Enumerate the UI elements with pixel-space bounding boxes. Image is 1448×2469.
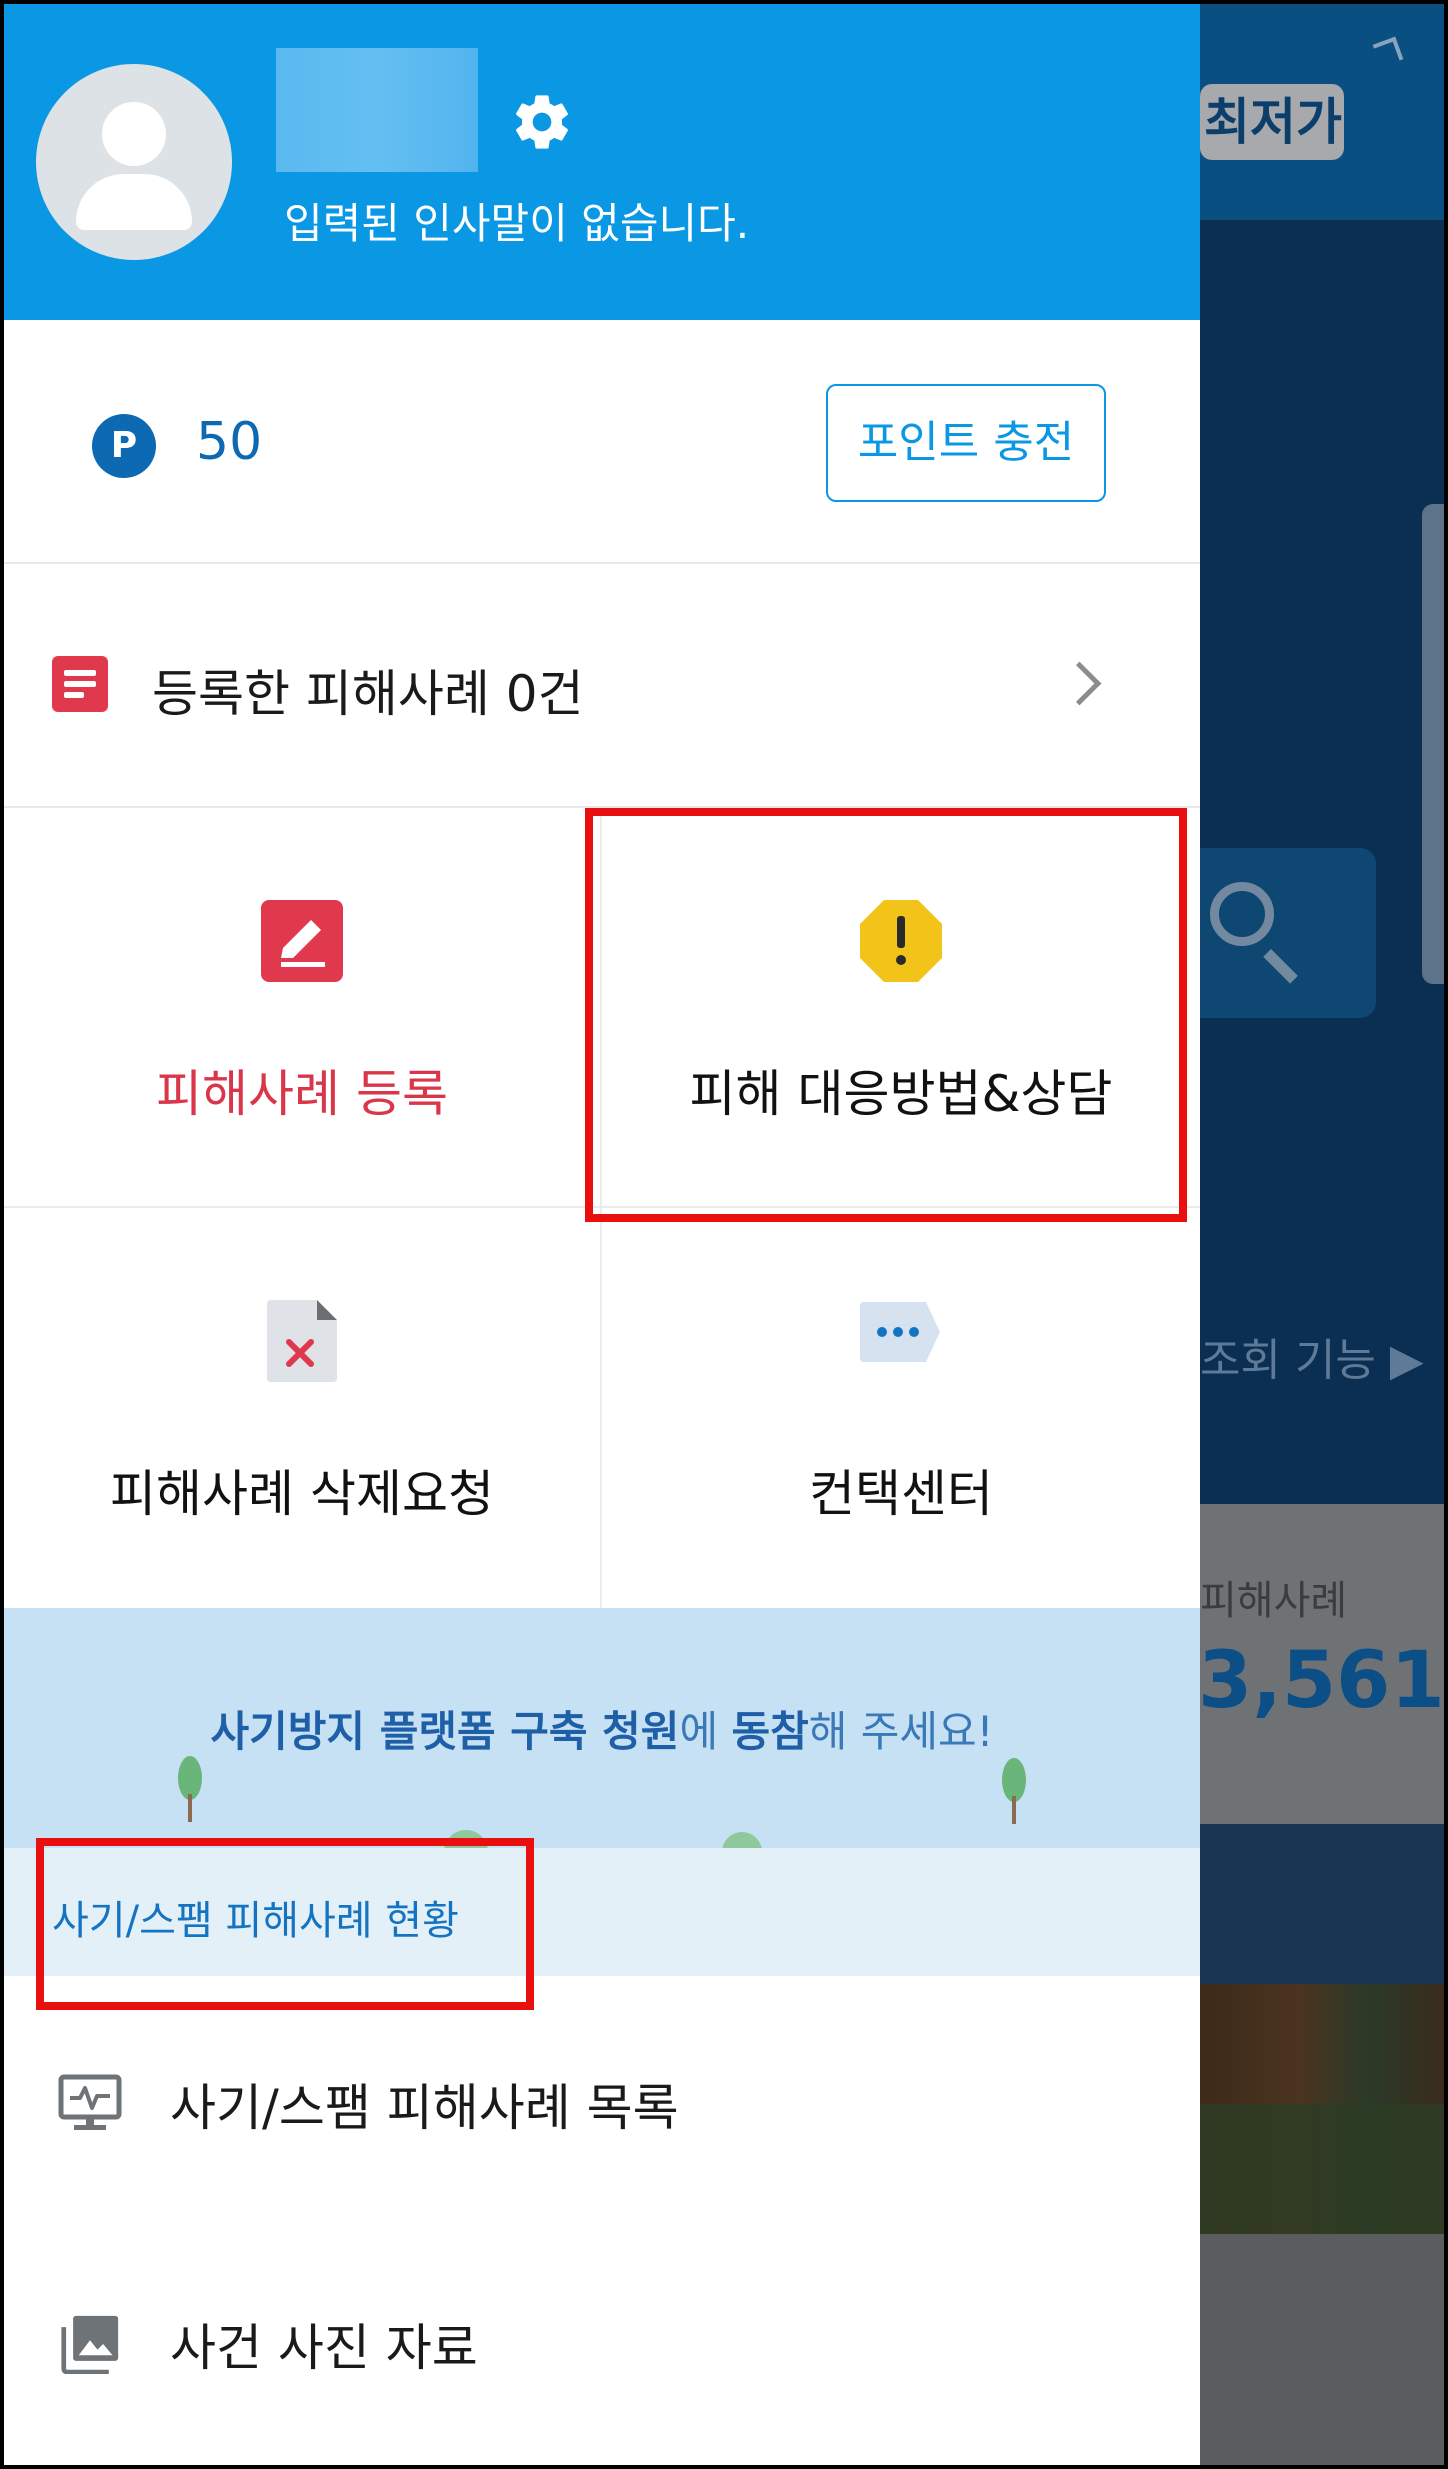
background-search-button (1200, 848, 1376, 1018)
avatar[interactable] (36, 64, 232, 260)
register-case-button[interactable]: 피해사례 등록 (4, 808, 602, 1208)
menu-grid: 피해사례 등록 피해 대응방법&상담 피해사례 삭제요청 컨택센터 (4, 808, 1200, 1608)
response-consult-label: 피해 대응방법&상담 (689, 1065, 1113, 1123)
avatar-head (102, 102, 166, 166)
bush-illustration (444, 1830, 488, 1848)
reported-cases-label: 등록한 피해사례 0건 (152, 665, 584, 723)
case-list-label: 사기/스팸 피해사례 목록 (170, 2079, 679, 2137)
contact-center-label: 컨택센터 (809, 1465, 993, 1523)
greeting-text: 입력된 인사말이 없습니다. (284, 199, 750, 248)
point-icon: P (92, 414, 156, 478)
background-app: 최저가 조회 기능 ▶ 피해사례 3,561 (1198, 4, 1444, 2465)
delete-request-label: 피해사례 삭제요청 (110, 1465, 494, 1523)
username-redacted (276, 48, 478, 172)
lookup-more-link: 조회 기능 ▶ (1200, 1335, 1424, 1386)
banner-emphasis-1: 사기방지 플랫폼 구축 청원 (210, 1707, 680, 1756)
points-row: P 50 포인트 충전 (4, 320, 1200, 564)
section-header: 사기/스팸 피해사례 현황 (4, 1848, 1200, 1976)
response-consult-button[interactable]: 피해 대응방법&상담 (602, 808, 1200, 1208)
photo-archive-label: 사건 사진 자료 (170, 2319, 478, 2377)
background-footer (1200, 2234, 1444, 2465)
reported-cases-row[interactable]: 등록한 피해사례 0건 (4, 564, 1200, 808)
chevron-right-icon (1057, 661, 1102, 706)
background-band (1200, 1824, 1444, 1984)
background-photo-lower (1200, 2104, 1444, 2234)
lowest-price-tag: 최저가 (1200, 84, 1344, 160)
section-title: 사기/스팸 피해사례 현황 (52, 1898, 459, 1944)
photo-library-icon (61, 2315, 119, 2374)
banner-emphasis-2: 동참 (731, 1707, 809, 1756)
chat-more-icon (860, 1302, 940, 1362)
tree-illustration (178, 1756, 202, 1822)
edit-icon (261, 900, 343, 982)
background-scroll-handle (1422, 504, 1444, 984)
petition-banner[interactable]: 사기방지 플랫폼 구축 청원에 동참해 주세요! (4, 1608, 1200, 1848)
profile-header: 입력된 인사말이 없습니다. (4, 4, 1200, 320)
banner-text-4: 해 주세요! (808, 1707, 994, 1756)
case-list-item[interactable]: 사기/스팸 피해사례 목록 (4, 1976, 1200, 2216)
cases-label: 피해사례 (1200, 1578, 1348, 1624)
charge-points-button[interactable]: 포인트 충전 (826, 384, 1106, 502)
screen: 최저가 조회 기능 ▶ 피해사례 3,561 입력된 인사말이 없습니다. P … (4, 4, 1444, 2465)
background-header: 최저가 (1200, 4, 1444, 220)
tree-illustration (1002, 1758, 1026, 1824)
avatar-body (76, 174, 192, 230)
sparkle-icon (1372, 36, 1404, 68)
photo-archive-item[interactable]: 사건 사진 자료 (4, 2216, 1200, 2456)
petition-banner-text: 사기방지 플랫폼 구축 청원에 동참해 주세요! (4, 1698, 1200, 1759)
contact-center-button[interactable]: 컨택센터 (602, 1208, 1200, 1608)
warning-icon (860, 900, 942, 982)
document-icon (52, 656, 108, 712)
gear-icon[interactable] (510, 90, 574, 154)
background-stats-card: 피해사례 3,561 (1198, 1504, 1444, 1824)
point-balance: 50 (196, 412, 263, 472)
bush-illustration (722, 1832, 762, 1848)
delete-request-button[interactable]: 피해사례 삭제요청 (4, 1208, 602, 1608)
cases-count: 3,561 (1198, 1636, 1444, 1726)
delete-file-icon (267, 1300, 337, 1382)
monitor-pulse-icon (58, 2074, 122, 2130)
search-icon (1210, 882, 1274, 946)
banner-text-2: 에 (679, 1707, 732, 1756)
register-case-label: 피해사례 등록 (156, 1065, 448, 1123)
navigation-drawer: 입력된 인사말이 없습니다. P 50 포인트 충전 등록한 피해사례 0건 피… (4, 4, 1200, 2465)
